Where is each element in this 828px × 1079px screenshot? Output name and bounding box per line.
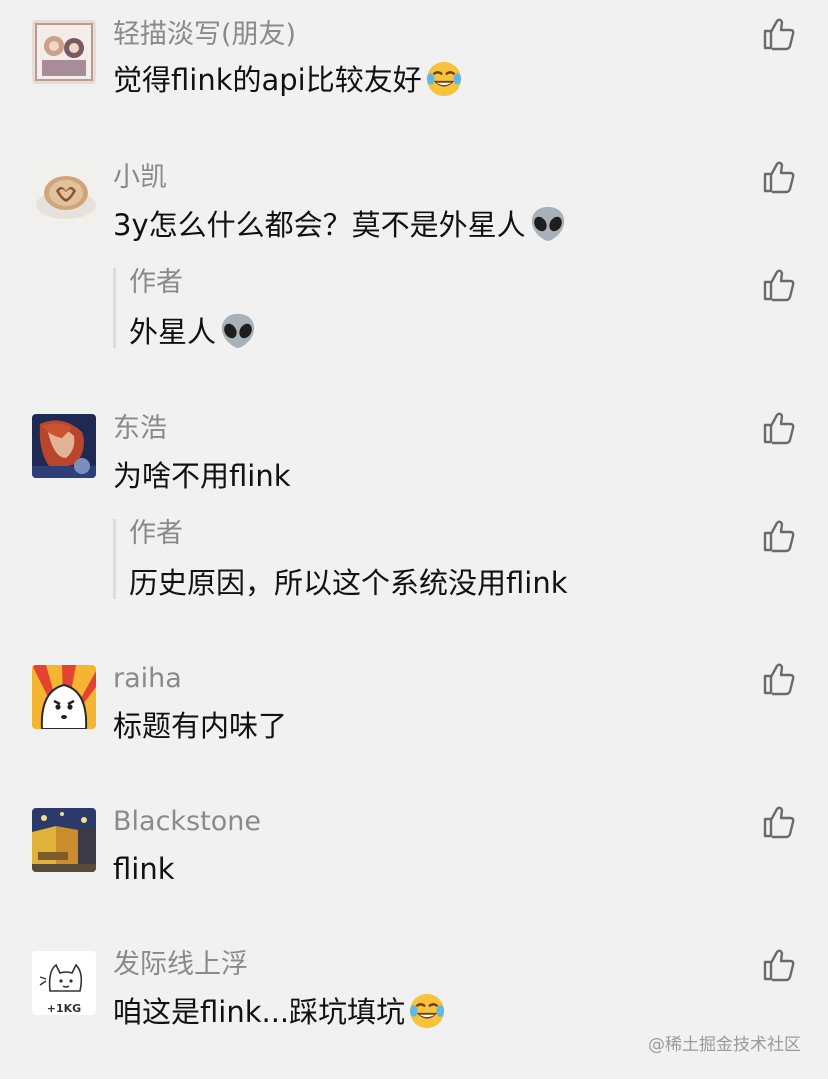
like-icon[interactable] (762, 518, 796, 554)
like-icon[interactable] (762, 410, 796, 446)
author-reply: 作者 历史原因，所以这个系统没用flink (113, 517, 716, 600)
comment-author[interactable]: raiha (113, 662, 182, 696)
reply-text: 历史原因，所以这个系统没用flink (129, 566, 568, 600)
comment-text: 标题有内味了 (113, 709, 288, 743)
comment-text: 咱这是flink...踩坑填坑 (113, 992, 446, 1033)
alien-icon (221, 313, 255, 349)
like-icon[interactable] (762, 804, 796, 840)
comment-author[interactable]: 东浩 (113, 412, 167, 446)
like-icon[interactable] (762, 159, 796, 195)
comment-author[interactable]: 轻描淡写(朋友) (113, 18, 296, 52)
like-icon[interactable] (762, 267, 796, 303)
reply-text: 外星人 (129, 312, 257, 353)
comment-author[interactable]: Blackstone (113, 805, 261, 839)
avatar[interactable] (32, 163, 96, 227)
author-reply: 作者 外星人 (113, 266, 716, 349)
avatar[interactable] (32, 20, 96, 84)
avatar[interactable]: +1KG (32, 951, 96, 1015)
avatar[interactable] (32, 808, 96, 872)
avatar[interactable] (32, 414, 96, 478)
avatar-label: +1KG (47, 1002, 81, 1015)
face-laughing-tears-icon (426, 61, 461, 97)
like-icon[interactable] (762, 947, 796, 983)
like-icon[interactable] (762, 661, 796, 697)
comment-text: 为啥不用flink (113, 459, 291, 493)
reply-author[interactable]: 作者 (129, 266, 183, 300)
comment-text: flink (113, 852, 175, 886)
comment-author[interactable]: 发际线上浮 (113, 948, 248, 982)
face-laughing-tears-icon (410, 993, 445, 1029)
comment-text: 觉得flink的api比较友好 (113, 60, 463, 101)
watermark: @稀土掘金技术社区 (648, 1035, 801, 1055)
like-icon[interactable] (762, 16, 796, 52)
alien-icon (531, 206, 564, 242)
avatar[interactable] (32, 665, 96, 729)
comment-text: 3y怎么什么都会？莫不是外星人 (113, 205, 567, 246)
comment-author[interactable]: 小凯 (113, 161, 167, 195)
reply-author[interactable]: 作者 (129, 517, 183, 551)
